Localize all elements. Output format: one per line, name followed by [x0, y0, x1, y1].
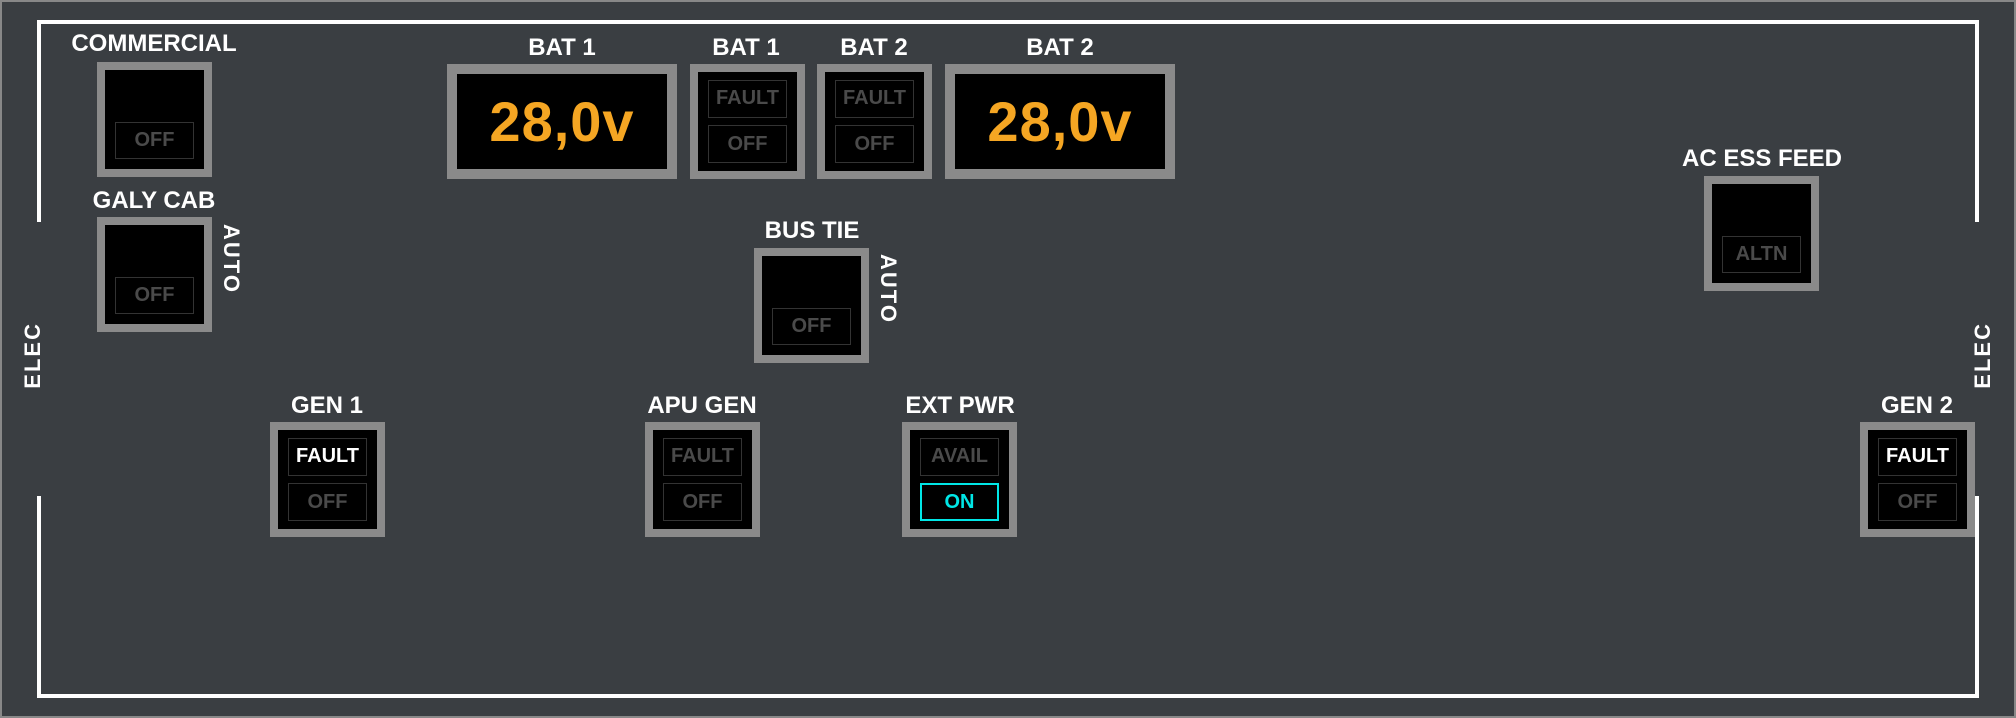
bat2-fault-indicator: FAULT: [835, 80, 914, 118]
commercial-label: COMMERCIAL: [71, 30, 236, 58]
bat1-off-indicator: OFF: [708, 125, 787, 163]
bat2-button-label: BAT 2: [840, 34, 908, 62]
commercial-button[interactable]: OFF: [97, 62, 212, 177]
ac-ess-feed-label: AC ESS FEED: [1682, 145, 1842, 173]
panel-line-left-bottom: [37, 496, 41, 696]
panel-line-left-top: [37, 22, 41, 222]
gen2-fault-indicator: FAULT: [1878, 438, 1957, 476]
panel-line-bottom: [37, 694, 1979, 698]
bat2-button[interactable]: FAULT OFF: [817, 64, 932, 179]
gen2-button[interactable]: FAULT OFF: [1860, 422, 1975, 537]
elec-panel: ELEC ELEC COMMERCIAL OFF GALY CAB OFF AU…: [0, 0, 2016, 718]
elec-label-right: ELEC: [1970, 322, 1996, 389]
bus-tie-label: BUS TIE: [765, 217, 860, 245]
bus-tie-auto-label: AUTO: [875, 254, 901, 324]
bat2-voltage-display: 28,0v: [945, 64, 1175, 179]
bat2-voltage-value: 28,0v: [987, 89, 1132, 154]
gen1-fault-indicator: FAULT: [288, 438, 367, 476]
gen1-label: GEN 1: [291, 392, 363, 420]
gen1-button[interactable]: FAULT OFF: [270, 422, 385, 537]
bat1-display-label: BAT 1: [528, 34, 596, 62]
gen1-off-indicator: OFF: [288, 483, 367, 521]
bus-tie-off-indicator: OFF: [772, 308, 851, 346]
galy-cab-button[interactable]: OFF: [97, 217, 212, 332]
ext-pwr-label: EXT PWR: [905, 392, 1014, 420]
bat2-display-label: BAT 2: [1026, 34, 1094, 62]
apu-gen-off-indicator: OFF: [663, 483, 742, 521]
apu-gen-fault-indicator: FAULT: [663, 438, 742, 476]
bat1-button[interactable]: FAULT OFF: [690, 64, 805, 179]
bat2-off-indicator: OFF: [835, 125, 914, 163]
gen2-off-indicator: OFF: [1878, 483, 1957, 521]
ext-pwr-button[interactable]: AVAIL ON: [902, 422, 1017, 537]
bus-tie-button[interactable]: OFF: [754, 248, 869, 363]
bat1-button-label: BAT 1: [712, 34, 780, 62]
galy-cab-auto-label: AUTO: [218, 224, 244, 294]
panel-line-right-bottom: [1975, 496, 1979, 696]
commercial-off-indicator: OFF: [115, 122, 194, 160]
apu-gen-label: APU GEN: [647, 392, 756, 420]
panel-line-top: [37, 20, 1979, 24]
ext-pwr-on-indicator: ON: [920, 483, 999, 521]
apu-gen-button[interactable]: FAULT OFF: [645, 422, 760, 537]
ext-pwr-avail-indicator: AVAIL: [920, 438, 999, 476]
gen2-label: GEN 2: [1881, 392, 1953, 420]
panel-line-right-top: [1975, 22, 1979, 222]
bat1-fault-indicator: FAULT: [708, 80, 787, 118]
galy-cab-off-indicator: OFF: [115, 277, 194, 315]
bat1-voltage-value: 28,0v: [489, 89, 634, 154]
bat1-voltage-display: 28,0v: [447, 64, 677, 179]
ac-ess-feed-button[interactable]: ALTN: [1704, 176, 1819, 291]
galy-cab-label: GALY CAB: [93, 187, 216, 215]
elec-label-left: ELEC: [20, 322, 46, 389]
ac-ess-altn-indicator: ALTN: [1722, 236, 1801, 274]
